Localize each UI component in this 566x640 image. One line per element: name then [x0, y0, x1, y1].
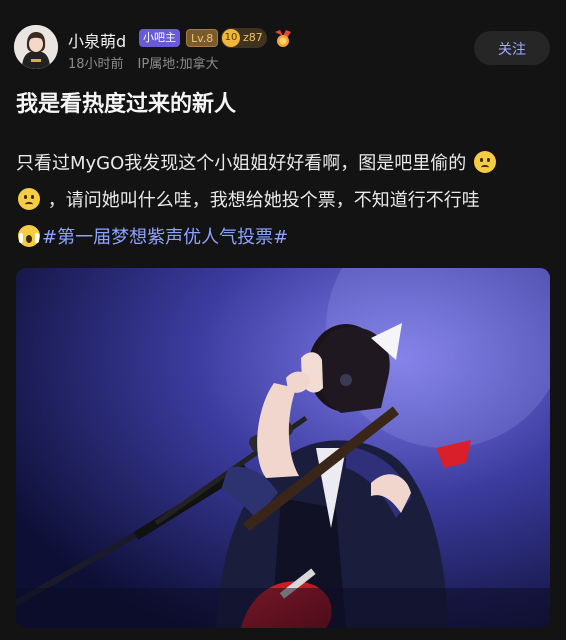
- fan-level: 10: [222, 29, 240, 47]
- post-title: 我是看热度过来的新人: [16, 92, 237, 117]
- avatar[interactable]: [14, 25, 58, 69]
- topic-hashtag-link[interactable]: #第一届梦想紫声优人气投票#: [42, 227, 288, 248]
- post-text-1: 只看过MyGO我发现这个小姐姐好好看啊，图是吧里偷的: [16, 153, 467, 174]
- worried-face-emoji: [474, 151, 497, 173]
- username[interactable]: 小泉萌d: [68, 28, 126, 52]
- level-badge: Lv.8: [186, 29, 219, 47]
- screaming-face-emoji: [18, 225, 40, 247]
- ip-location: IP属地:加拿大: [137, 57, 219, 72]
- post-header: 小泉萌d 小吧主 Lv.8 10 z87 18小时前 IP属地:加拿大 关注: [0, 0, 566, 100]
- post-meta: 18小时前 IP属地:加拿大: [68, 53, 233, 72]
- post-photo[interactable]: [16, 268, 550, 628]
- worried-face-emoji: [18, 188, 40, 210]
- moderator-badge: 小吧主: [139, 29, 180, 47]
- post-body: 只看过MyGO我发现这个小姐姐好好看啊，图是吧里偷的 ，请问她叫什么哇，我想给她…: [16, 145, 556, 256]
- follow-button[interactable]: 关注: [474, 31, 550, 65]
- fan-badge: 10 z87: [221, 28, 267, 48]
- post-time: 18小时前: [68, 57, 124, 72]
- post-text-2: ，请问她叫什么哇，我想给她投个票，不知道行不行哇: [47, 190, 480, 211]
- fan-count: z87: [243, 31, 263, 44]
- medal-icon: [272, 27, 294, 49]
